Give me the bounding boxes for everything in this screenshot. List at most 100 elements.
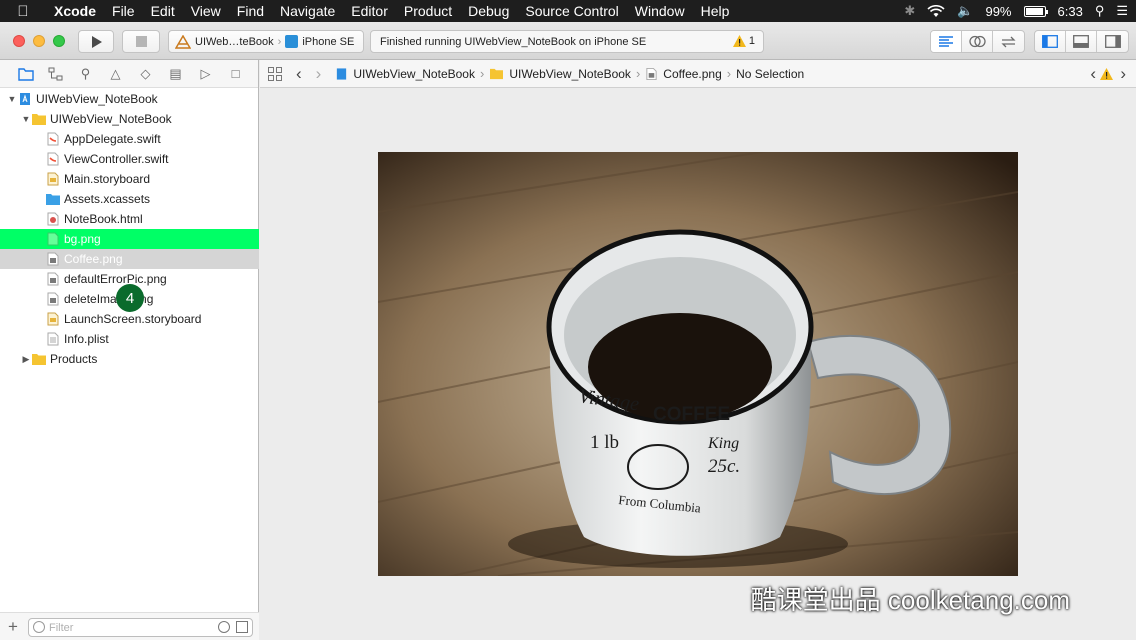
- close-window-button[interactable]: [13, 35, 25, 47]
- image-editor: Vintage COFFEE 1 lb King 25c. From Colum…: [260, 89, 1136, 640]
- filter-field[interactable]: Filter: [28, 618, 253, 637]
- file-row-selected[interactable]: Coffee.png: [0, 249, 259, 269]
- right-panel-icon: [1104, 35, 1121, 48]
- file-name: Coffee.png: [64, 252, 123, 266]
- file-row[interactable]: NoteBook.html: [0, 209, 259, 229]
- file-row[interactable]: Assets.xcassets: [0, 189, 259, 209]
- clock[interactable]: 6:33: [1058, 4, 1083, 19]
- go-back-chevron-icon[interactable]: ‹: [296, 64, 302, 84]
- recent-files-clock-icon[interactable]: [218, 621, 230, 633]
- related-items-grid-icon[interactable]: [268, 66, 282, 81]
- project-navigator: ⚲ △ ◇ ▤ ▷ □ ▼ UIWebView_NoteBook ▼ UIWeb…: [0, 60, 259, 640]
- disclosure-down-icon[interactable]: ▼: [6, 94, 18, 104]
- course-watermark: 酷课堂出品 coolketang.com: [750, 585, 1070, 615]
- warning-icon[interactable]: [1100, 68, 1113, 80]
- status-menus: ✱ 🔈 99% 6:33 ⚲ ☰: [904, 0, 1128, 22]
- project-name: UIWebView_NoteBook: [36, 92, 158, 106]
- previous-issue-chevron-icon[interactable]: ‹: [1090, 64, 1096, 84]
- stop-button[interactable]: [122, 30, 160, 53]
- report-navigator-speech-bubble-icon[interactable]: □: [226, 64, 245, 83]
- tree-project-row[interactable]: ▼ UIWebView_NoteBook: [0, 89, 259, 109]
- chevron-right-icon: ›: [277, 35, 282, 48]
- file-name: Info.plist: [64, 332, 109, 346]
- menu-edit[interactable]: Edit: [143, 3, 183, 19]
- assistant-editor-button[interactable]: [962, 31, 993, 52]
- file-row[interactable]: ViewController.swift: [0, 149, 259, 169]
- filter-menu-icon[interactable]: [33, 621, 45, 633]
- breadcrumb-file[interactable]: Coffee.png: [663, 67, 722, 81]
- test-navigator-diamond-icon[interactable]: ◇: [136, 64, 155, 83]
- menu-source-control[interactable]: Source Control: [517, 3, 626, 19]
- breadcrumb-project[interactable]: UIWebView_NoteBook: [353, 67, 475, 81]
- go-forward-chevron-icon[interactable]: ›: [316, 64, 322, 84]
- tree-group-row[interactable]: ▼ UIWebView_NoteBook: [0, 109, 259, 129]
- menu-find[interactable]: Find: [229, 3, 272, 19]
- zoom-window-button[interactable]: [53, 35, 65, 47]
- toggle-navigator-button[interactable]: [1035, 31, 1066, 52]
- menu-file[interactable]: File: [104, 3, 143, 19]
- file-row[interactable]: AppDelegate.swift: [0, 129, 259, 149]
- jump-bar: ‹ › UIWebView_NoteBook › UIWebView_NoteB…: [260, 60, 1136, 88]
- scheme-selector[interactable]: UIWeb…teBook › iPhone SE: [168, 30, 364, 53]
- file-name: bg.png: [64, 232, 101, 246]
- breadcrumb-selection[interactable]: No Selection: [736, 67, 804, 81]
- storyboard-file-icon: [47, 172, 59, 186]
- image-file-icon: [47, 232, 59, 246]
- file-row[interactable]: LaunchScreen.storyboard: [0, 309, 259, 329]
- editor-mode-control: [930, 30, 1025, 53]
- battery-icon[interactable]: [1023, 5, 1048, 17]
- source-control-filter-icon[interactable]: [236, 621, 248, 633]
- run-button[interactable]: [78, 30, 114, 53]
- version-editor-button[interactable]: [993, 31, 1024, 52]
- panel-visibility-control: [1034, 30, 1129, 53]
- breadcrumb-separator-icon: ›: [479, 66, 485, 81]
- filter-placeholder: Filter: [49, 621, 74, 634]
- standard-editor-button[interactable]: [931, 31, 962, 52]
- breadcrumb-group[interactable]: UIWebView_NoteBook: [509, 67, 631, 81]
- mug-text-king: King: [707, 435, 739, 452]
- file-name: ViewController.swift: [64, 152, 169, 166]
- menu-debug[interactable]: Debug: [460, 3, 517, 19]
- bluetooth-icon[interactable]: ✱: [904, 3, 915, 19]
- toggle-utilities-button[interactable]: [1097, 31, 1128, 52]
- image-file-icon: [47, 272, 59, 286]
- disclosure-right-icon[interactable]: ▶: [20, 354, 32, 365]
- notification-center-icon[interactable]: ☰: [1116, 3, 1128, 19]
- add-file-button[interactable]: +: [8, 617, 18, 637]
- issue-navigator-warning-icon[interactable]: △: [106, 64, 125, 83]
- breadcrumb-separator-icon: ›: [726, 66, 732, 81]
- menu-editor[interactable]: Editor: [343, 3, 396, 19]
- project-navigator-tab-folder-icon[interactable]: [16, 64, 35, 83]
- file-row[interactable]: Main.storyboard: [0, 169, 259, 189]
- volume-icon[interactable]: 🔈: [957, 3, 973, 19]
- menu-navigate[interactable]: Navigate: [272, 3, 343, 19]
- symbol-navigator-hierarchy-icon[interactable]: [46, 64, 65, 83]
- disclosure-down-icon[interactable]: ▼: [20, 114, 32, 124]
- minimize-window-button[interactable]: [33, 35, 45, 47]
- menu-product[interactable]: Product: [396, 3, 460, 19]
- menu-view[interactable]: View: [183, 3, 229, 19]
- file-row[interactable]: Info.plist: [0, 329, 259, 349]
- apple-menu-icon[interactable]: : [0, 3, 46, 20]
- spotlight-icon[interactable]: ⚲: [1095, 3, 1105, 19]
- menu-window[interactable]: Window: [627, 3, 693, 19]
- swift-file-icon: [47, 132, 59, 146]
- warning-indicator[interactable]: 1: [732, 35, 755, 47]
- file-row-highlighted[interactable]: bg.png: [0, 229, 259, 249]
- arrows-swap-icon: [1001, 36, 1016, 47]
- tree-products-row[interactable]: ▶ Products: [0, 349, 259, 369]
- coffee-image: Vintage COFFEE 1 lb King 25c. From Colum…: [378, 152, 1018, 576]
- plist-file-icon: [47, 332, 59, 346]
- toggle-debug-area-button[interactable]: [1066, 31, 1097, 52]
- menu-app-name[interactable]: Xcode: [46, 3, 104, 19]
- storyboard-file-icon: [47, 312, 59, 326]
- breakpoint-navigator-tag-icon[interactable]: ▷: [196, 64, 215, 83]
- products-name: Products: [50, 352, 98, 366]
- menu-help[interactable]: Help: [693, 3, 738, 19]
- next-issue-chevron-icon[interactable]: ›: [1120, 64, 1126, 84]
- swift-file-icon: [47, 152, 59, 166]
- wifi-icon[interactable]: [927, 4, 945, 18]
- file-name: Main.storyboard: [64, 172, 151, 186]
- debug-navigator-gauge-icon[interactable]: ▤: [166, 64, 185, 83]
- find-navigator-search-icon[interactable]: ⚲: [76, 64, 95, 83]
